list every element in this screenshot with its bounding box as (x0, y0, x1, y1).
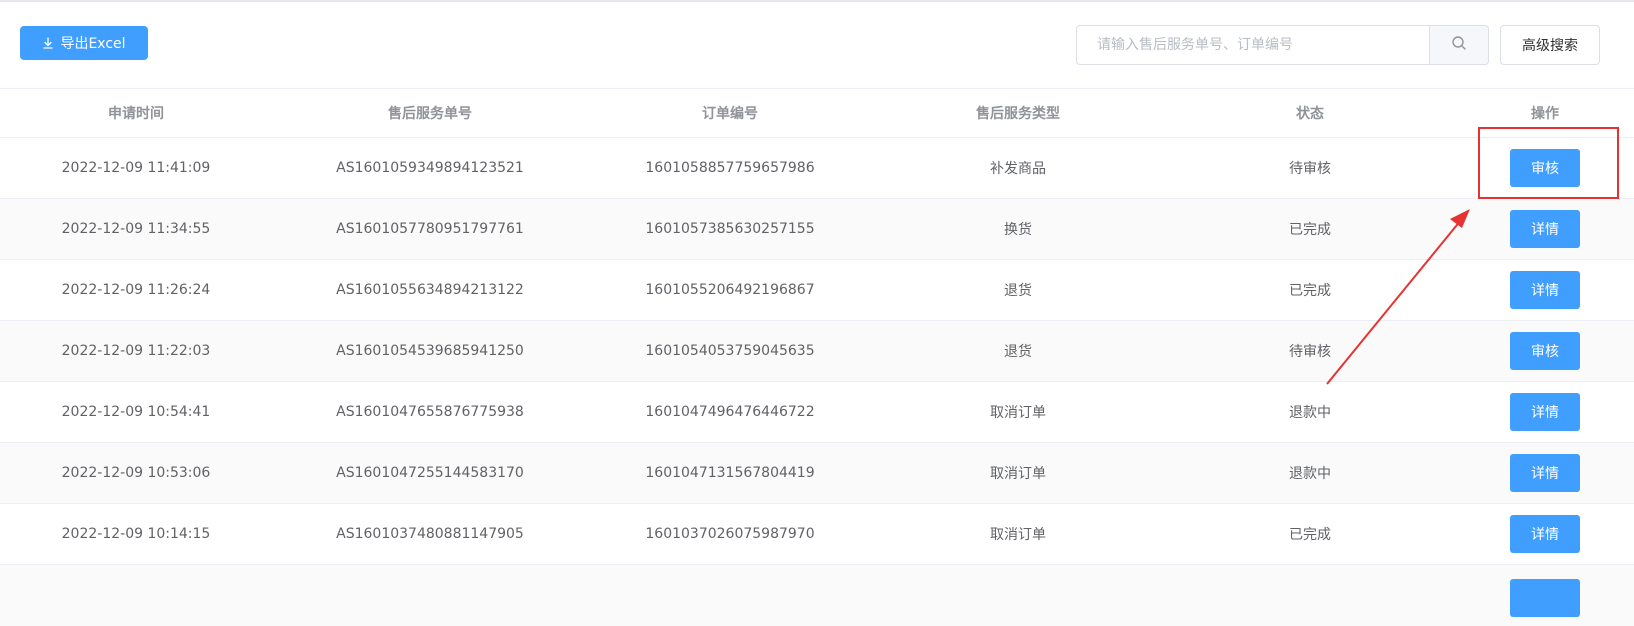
cell-service-type: 退货 (1004, 283, 1032, 299)
detail-button[interactable]: 详情 (1510, 210, 1580, 248)
review-button[interactable]: 审核 (1510, 149, 1580, 187)
cell-status: 待审核 (1289, 344, 1331, 360)
cell-service-no: AS1601037480881147905 (336, 526, 524, 542)
partial-action-button[interactable] (1510, 579, 1580, 617)
cell-apply-time: 2022-12-09 11:34:55 (61, 221, 211, 237)
cell-apply-time: 2022-12-09 11:26:24 (61, 282, 211, 298)
detail-button[interactable]: 详情 (1510, 515, 1580, 553)
search-button[interactable] (1429, 26, 1488, 64)
cell-service-type: 取消订单 (990, 405, 1046, 421)
cell-order-no: 1601047131567804419 (645, 465, 815, 481)
cell-apply-time: 2022-12-09 10:14:15 (61, 526, 211, 542)
cell-apply-time: 2022-12-09 11:41:09 (61, 160, 211, 176)
review-button[interactable]: 审核 (1510, 332, 1580, 370)
advanced-search-label: 高级搜索 (1522, 38, 1578, 54)
cell-status: 已完成 (1289, 222, 1331, 238)
cell-order-no: 1601054053759045635 (645, 343, 815, 359)
cell-service-type: 换货 (1004, 222, 1032, 238)
cell-status: 已完成 (1289, 283, 1331, 299)
cell-service-no: AS1601059349894123521 (336, 160, 524, 176)
cell-service-no: AS1601055634894213122 (336, 282, 524, 298)
table-row: 2022-12-09 10:54:41 AS160104765587677593… (0, 382, 1634, 443)
advanced-search-button[interactable]: 高级搜索 (1500, 25, 1600, 65)
cell-service-type: 退货 (1004, 344, 1032, 360)
cell-order-no: 1601037026075987970 (645, 526, 815, 542)
header-service-no: 售后服务单号 (388, 106, 472, 122)
header-service-type: 售后服务类型 (976, 106, 1060, 122)
table-header: 申请时间 售后服务单号 订单编号 售后服务类型 状态 操作 (0, 89, 1634, 138)
cell-order-no: 1601057385630257155 (645, 221, 815, 237)
cell-service-no: AS1601057780951797761 (336, 221, 524, 237)
cell-apply-time: 2022-12-09 10:54:41 (61, 404, 211, 420)
cell-service-no: AS1601047655876775938 (336, 404, 524, 420)
search-box (1076, 25, 1489, 65)
cell-service-no: AS1601054539685941250 (336, 343, 524, 359)
table-row: 2022-12-09 10:53:06 AS160104725514458317… (0, 443, 1634, 504)
detail-button[interactable]: 详情 (1510, 454, 1580, 492)
cell-order-no: 1601058857759657986 (645, 160, 815, 176)
cell-status: 退款中 (1289, 405, 1331, 421)
table-row: 2022-12-09 11:34:55 AS160105778095179776… (0, 199, 1634, 260)
cell-service-type: 取消订单 (990, 527, 1046, 543)
table-row: 2022-12-09 11:41:09 AS160105934989412352… (0, 138, 1634, 199)
toolbar: 导出Excel 高级搜索 (0, 2, 1634, 89)
cell-order-no: 1601047496476446722 (645, 404, 815, 420)
table-row: 2022-12-09 11:22:03 AS160105453968594125… (0, 321, 1634, 382)
cell-apply-time: 2022-12-09 10:53:06 (61, 465, 211, 481)
cell-service-type: 补发商品 (990, 161, 1046, 177)
table-row: 2022-12-09 10:14:15 AS160103748088114790… (0, 504, 1634, 565)
cell-order-no: 1601055206492196867 (645, 282, 815, 298)
header-apply-time: 申请时间 (108, 106, 164, 122)
detail-button[interactable]: 详情 (1510, 393, 1580, 431)
cell-status: 已完成 (1289, 527, 1331, 543)
header-status: 状态 (1296, 106, 1324, 122)
cell-status: 退款中 (1289, 466, 1331, 482)
table-row: 2022-12-09 11:26:24 AS160105563489421312… (0, 260, 1634, 321)
cell-service-no: AS1601047255144583170 (336, 465, 524, 481)
cell-apply-time: 2022-12-09 11:22:03 (61, 343, 211, 359)
search-icon (1451, 35, 1467, 55)
export-excel-button[interactable]: 导出Excel (20, 26, 148, 60)
table-row-partial (0, 565, 1634, 626)
header-actions: 操作 (1531, 106, 1559, 122)
cell-service-type: 取消订单 (990, 466, 1046, 482)
detail-button[interactable]: 详情 (1510, 271, 1580, 309)
export-excel-label: 导出Excel (60, 36, 126, 52)
search-input[interactable] (1077, 26, 1429, 64)
header-order-no: 订单编号 (702, 106, 758, 122)
download-icon (42, 37, 54, 49)
cell-status: 待审核 (1289, 161, 1331, 177)
